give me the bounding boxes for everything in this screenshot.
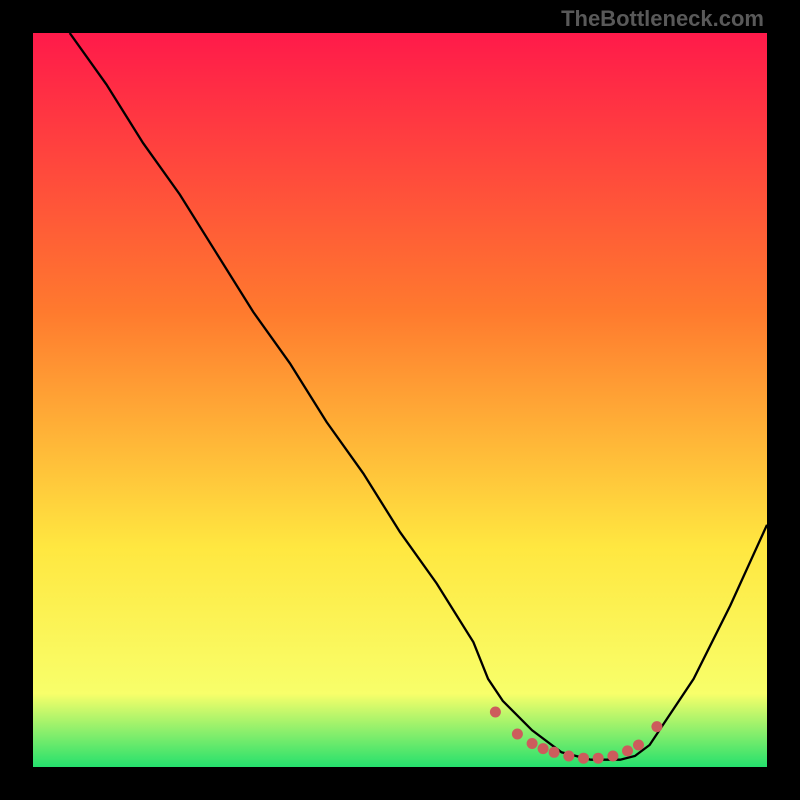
sweet-spot-dot <box>607 751 618 762</box>
chart-svg <box>33 33 767 767</box>
sweet-spot-dot <box>512 729 523 740</box>
watermark-text: TheBottleneck.com <box>561 6 764 32</box>
sweet-spot-dot <box>563 751 574 762</box>
sweet-spot-dot <box>490 707 501 718</box>
plot-area <box>33 33 767 767</box>
chart-frame: TheBottleneck.com <box>0 0 800 800</box>
sweet-spot-dot <box>651 721 662 732</box>
sweet-spot-dot <box>527 738 538 749</box>
sweet-spot-dot <box>633 740 644 751</box>
sweet-spot-dot <box>538 743 549 754</box>
sweet-spot-dot <box>549 747 560 758</box>
sweet-spot-dot <box>593 753 604 764</box>
sweet-spot-dot <box>622 745 633 756</box>
sweet-spot-dot <box>578 753 589 764</box>
